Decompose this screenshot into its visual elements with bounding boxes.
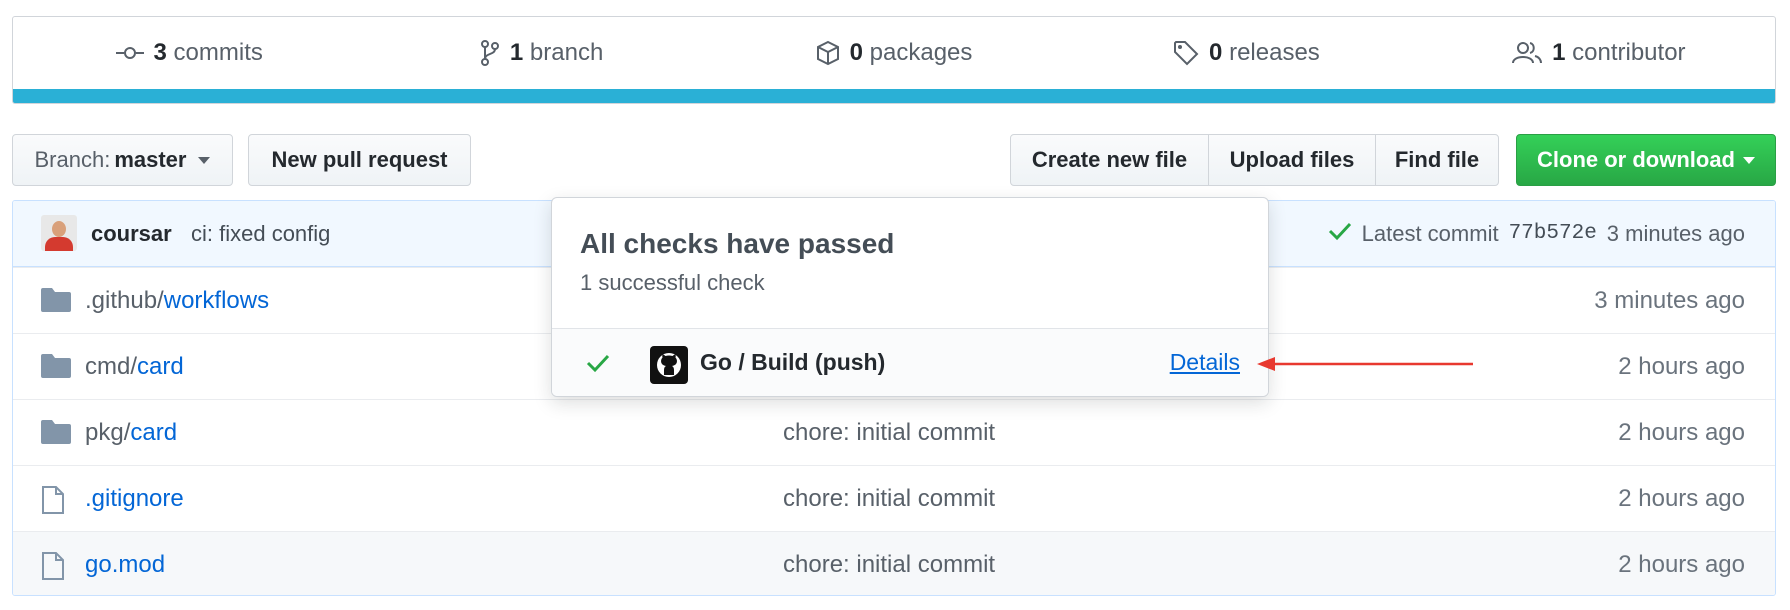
file-actions-group: Create new file Upload files Find file (1010, 134, 1500, 186)
tag-icon (1173, 40, 1199, 66)
path-link[interactable]: card (130, 419, 177, 446)
path-prefix: pkg/ (85, 418, 131, 446)
folder-icon (41, 288, 71, 319)
path-link[interactable]: card (137, 353, 184, 380)
releases-count[interactable]: 0 releases (1070, 39, 1422, 67)
folder-icon (41, 354, 71, 385)
latest-commit-label: Latest commit (1361, 220, 1499, 246)
table-row: pkg/card chore: initial commit 2 hours a… (13, 399, 1775, 465)
github-icon (650, 346, 688, 384)
releases-label: releases (1229, 39, 1320, 66)
commit-message[interactable]: ci: fixed config (191, 221, 330, 247)
file-age: 3 minutes ago (1594, 286, 1745, 314)
commit-age: 3 minutes ago (1606, 220, 1745, 246)
commits-number: 3 (153, 39, 167, 66)
contributors-count[interactable]: 1 contributor (1423, 39, 1775, 67)
file-age: 2 hours ago (1618, 352, 1745, 380)
file-commit-message[interactable]: chore: initial commit (783, 419, 995, 447)
file-commit-message[interactable]: chore: initial commit (783, 551, 995, 579)
caret-down-icon (198, 156, 211, 164)
releases-number: 0 (1209, 39, 1223, 66)
people-icon (1512, 41, 1543, 65)
file-icon (41, 552, 65, 587)
file-name[interactable]: .gitignore (85, 485, 184, 513)
commit-sha[interactable]: 77b572e (1509, 222, 1597, 245)
clone-download-button[interactable]: Clone or download (1516, 134, 1776, 186)
file-icon (41, 486, 65, 521)
branch-icon (480, 40, 500, 66)
commits-label: commits (173, 39, 263, 66)
language-bar[interactable] (13, 89, 1775, 103)
commit-author[interactable]: coursar (91, 221, 172, 247)
branch-name: master (114, 147, 187, 172)
new-pull-request-button[interactable]: New pull request (248, 134, 471, 186)
caret-down-icon (1743, 156, 1755, 164)
file-age: 2 hours ago (1618, 484, 1745, 512)
upload-files-button[interactable]: Upload files (1208, 134, 1376, 186)
branches-count[interactable]: 1 branch (365, 39, 717, 67)
path-prefix: .github/ (85, 286, 164, 314)
create-new-file-button[interactable]: Create new file (1010, 134, 1209, 186)
avatar[interactable] (41, 215, 77, 251)
packages-count[interactable]: 0 packages (718, 39, 1070, 67)
checks-title: All checks have passed (580, 228, 895, 259)
path-link[interactable]: workflows (164, 287, 269, 314)
clone-label: Clone or download (1537, 147, 1735, 172)
folder-icon (41, 420, 71, 451)
checks-subtitle: 1 successful check (580, 270, 765, 295)
checks-popover: All checks have passed 1 successful chec… (551, 197, 1269, 397)
commits-count[interactable]: 3 commits (13, 39, 365, 67)
file-age: 2 hours ago (1618, 418, 1745, 446)
repo-summary: 3 commits 1 branch 0 packages 0 releases… (12, 16, 1776, 104)
table-row: .gitignore chore: initial commit 2 hours… (13, 465, 1775, 531)
branches-number: 1 (509, 39, 524, 66)
latest-commit-info: Latest commit 77b572e 3 minutes ago (1328, 221, 1745, 247)
file-name[interactable]: go.mod (85, 551, 165, 579)
file-commit-message[interactable]: chore: initial commit (783, 485, 995, 513)
contributors-number: 1 (1552, 39, 1566, 66)
path-prefix: cmd/ (85, 352, 138, 380)
check-run-row: Go / Build (push) Details (552, 328, 1268, 396)
file-name[interactable]: cmd/card (85, 353, 184, 381)
package-icon (816, 40, 840, 66)
file-toolbar: Branch: master New pull request Create n… (12, 134, 1776, 186)
annotation-arrow (1257, 357, 1473, 371)
check-icon (586, 353, 610, 378)
commit-icon (115, 43, 144, 63)
branch-select-button[interactable]: Branch: master (12, 134, 233, 186)
packages-number: 0 (849, 39, 863, 66)
check-name: Go / Build (push) (700, 349, 886, 375)
path-link[interactable]: .gitignore (85, 485, 184, 512)
file-name[interactable]: .github/workflows (85, 287, 269, 315)
table-row: go.mod chore: initial commit 2 hours ago (13, 531, 1775, 595)
packages-label: packages (869, 39, 973, 66)
branch-prefix: Branch: (34, 147, 111, 172)
contributors-label: contributor (1572, 39, 1686, 66)
check-icon[interactable] (1328, 221, 1352, 247)
details-link[interactable]: Details (1170, 349, 1240, 376)
find-file-button[interactable]: Find file (1375, 134, 1499, 186)
branches-label: branch (529, 39, 604, 66)
file-name[interactable]: pkg/card (85, 419, 177, 447)
path-link[interactable]: go.mod (85, 551, 165, 578)
file-age: 2 hours ago (1618, 550, 1745, 578)
